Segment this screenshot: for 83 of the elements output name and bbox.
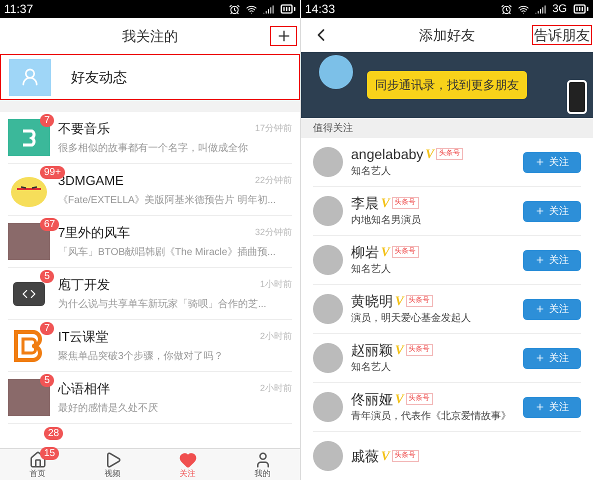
person-name: 黄晓明 xyxy=(351,292,393,308)
home-icon xyxy=(28,451,46,469)
phone-icon xyxy=(567,80,587,114)
unread-count: 5 xyxy=(40,374,54,387)
add-button[interactable] xyxy=(270,26,297,46)
feed-time: 2小时前 xyxy=(260,382,292,395)
unread-count: 15 xyxy=(40,447,60,460)
plus-icon xyxy=(535,304,545,314)
person-name: 李晨 xyxy=(351,194,379,210)
person-description: 内地知名男演员 xyxy=(351,214,422,228)
status-time: 14:33 xyxy=(305,1,336,18)
feed-name: 心语相伴 xyxy=(58,380,110,398)
plus-icon xyxy=(535,402,545,412)
plus-icon xyxy=(535,255,545,265)
unread-count: 67 xyxy=(40,218,60,231)
verified-mark: V xyxy=(381,194,390,210)
feed-time: 22分钟前 xyxy=(254,174,292,187)
verified-mark: V xyxy=(395,292,404,308)
friends-feed-item[interactable]: 好友动态 xyxy=(0,54,300,100)
tab-item[interactable]: 我的 xyxy=(225,449,300,480)
signal-icon xyxy=(535,4,546,14)
plus-icon xyxy=(535,157,545,167)
banner-text: 同步通讯录，找到更多朋友 xyxy=(367,71,527,99)
person-name: 赵丽颖 xyxy=(351,342,393,358)
unread-count: 28 xyxy=(44,427,64,440)
feed-time: 32分钟前 xyxy=(254,226,292,239)
network-label: 3G xyxy=(552,2,567,17)
globe-icon xyxy=(319,55,353,89)
person-name: 戚薇 xyxy=(351,448,379,464)
person-description: 知名艺人 xyxy=(351,164,392,178)
unread-count: 7 xyxy=(40,322,54,335)
person-name: 佟丽娅 xyxy=(351,390,393,406)
header-title: 我关注的 xyxy=(122,26,178,46)
heart-icon xyxy=(178,451,196,469)
tab-item[interactable]: 视频 xyxy=(75,449,150,480)
friends-icon xyxy=(9,58,51,96)
feed-preview: 为什么说与共享单车新玩家「骑呗」合作的芝... xyxy=(58,298,268,312)
plus-icon xyxy=(535,353,545,363)
unread-count: 7 xyxy=(40,114,54,127)
feed-name: 不要音乐 xyxy=(58,120,110,138)
signal-icon xyxy=(263,4,274,14)
feed-name: IT云课堂 xyxy=(58,328,109,346)
plus-icon xyxy=(276,28,292,44)
plus-icon xyxy=(535,206,545,216)
verified-mark: V xyxy=(381,448,390,464)
tell-friends-button[interactable]: 告诉朋友 xyxy=(532,25,592,45)
person-description: 知名艺人 xyxy=(351,360,392,374)
person-description: 演员，明天爱心基金发起人 xyxy=(351,312,472,326)
wifi-icon xyxy=(518,4,530,14)
feed-name: 7里外的风车 xyxy=(58,224,130,242)
wifi-icon xyxy=(246,4,257,14)
feed-time: 2小时前 xyxy=(260,330,292,343)
feed-item[interactable]: 7 不要音乐 17分钟前 很多相似的故事都有一个名字，叫做成全你 xyxy=(8,112,292,164)
feed-item[interactable]: 67 7里外的风车 32分钟前 「风车」BTOB献唱韩剧《The Miracle》插曲预... xyxy=(8,216,292,268)
friends-feed-label: 好友动态 xyxy=(71,68,127,86)
alarm-icon xyxy=(229,4,240,14)
unread-count: 99+ xyxy=(40,166,65,179)
person-name: angelababy xyxy=(351,146,424,162)
unread-count: 5 xyxy=(40,270,54,283)
header-title: 添加好友 xyxy=(419,26,475,44)
alarm-icon xyxy=(501,4,512,14)
feed-item[interactable]: 5 心语相伴 2小时前 最好的感情是久处不厌 xyxy=(8,372,292,424)
person-name: 柳岩 xyxy=(351,244,379,260)
verified-mark: V xyxy=(425,146,434,162)
section-title: 值得关注 xyxy=(301,118,593,138)
feed-item[interactable]: 7 IT云课堂 2小时前 聚焦单品突破3个步骤，你做对了吗？ xyxy=(8,320,292,372)
feed-preview: 「风车」BTOB献唱韩剧《The Miracle》插曲预... xyxy=(58,246,277,260)
feed-time: 1小时前 xyxy=(260,278,292,291)
feed-preview: 最好的感情是久处不厌 xyxy=(58,402,159,416)
status-time: 11:37 xyxy=(4,1,34,18)
verified-mark: V xyxy=(395,342,404,358)
person-description: 知名艺人 xyxy=(351,262,392,276)
feed-name: 庖丁开发 xyxy=(58,276,110,294)
verified-mark: V xyxy=(395,390,404,406)
tab-item[interactable]: 首页 15 xyxy=(0,449,75,480)
feed-item[interactable]: 5 庖丁开发 1小时前 为什么说与共享单车新玩家「骑呗」合作的芝... xyxy=(8,268,292,320)
feed-time: 17分钟前 xyxy=(254,122,292,135)
feed-preview: 《Fate/EXTELLA》美版阿基米德预告片 明年初... xyxy=(58,194,277,208)
feed-preview: 聚焦单品突破3个步骤，你做对了吗？ xyxy=(58,350,225,364)
verified-mark: V xyxy=(381,244,390,260)
feed-preview: 很多相似的故事都有一个名字，叫做成全你 xyxy=(58,142,249,156)
contacts-banner[interactable]: 同步通讯录，找到更多朋友 xyxy=(301,52,593,118)
person-description: 青年演员，代表作《北京爱情故事》 xyxy=(351,410,512,424)
